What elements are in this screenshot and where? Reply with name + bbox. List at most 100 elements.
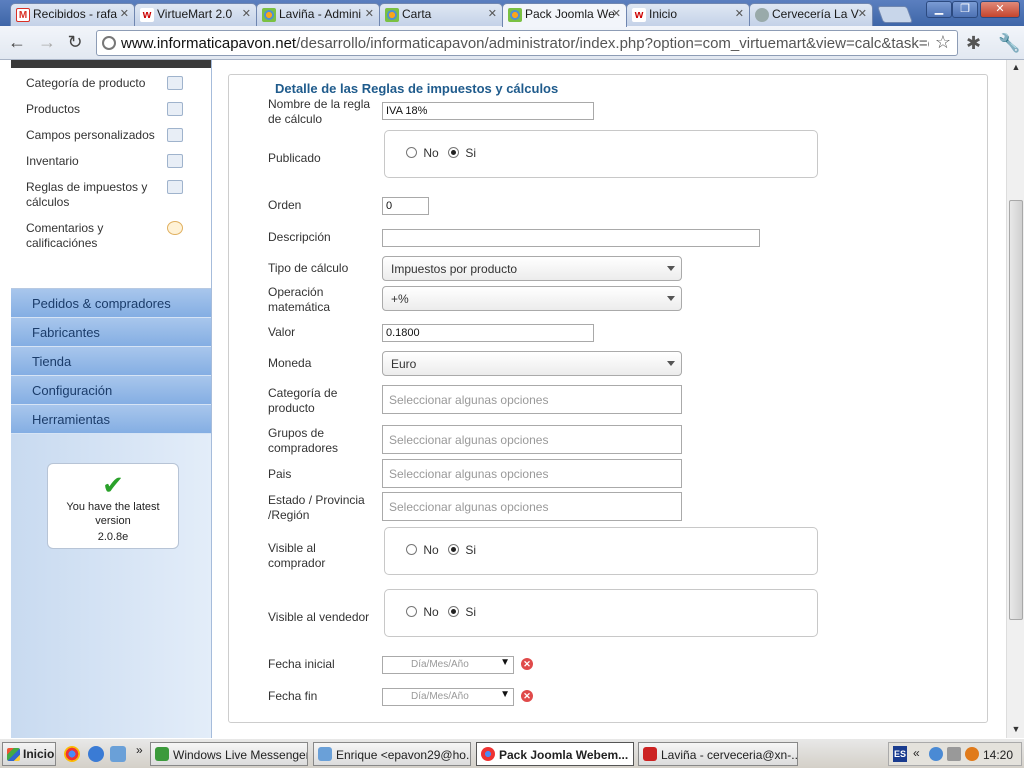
published-label: Publicado (268, 151, 321, 165)
tax-rule-fieldset: Detalle de las Reglas de impuestos y cál… (228, 74, 988, 723)
inventory-chart-icon (167, 154, 183, 168)
visible-vendor-yes-radio[interactable] (448, 606, 460, 617)
sidebar-item-tax-rules[interactable]: Reglas de impuestos y cálculos (11, 180, 211, 210)
chevron-down-icon (667, 296, 675, 301)
close-tab-icon[interactable]: ✕ (242, 7, 251, 20)
task-email[interactable]: Enrique <epavon29@ho... (313, 742, 471, 766)
internet-explorer-icon[interactable] (88, 746, 104, 762)
sidebar-item-inventory[interactable]: Inventario (11, 154, 211, 169)
close-tab-icon[interactable]: ✕ (858, 7, 867, 20)
sidebar-item-reviews[interactable]: Comentarios y calificaciónes (11, 221, 211, 251)
main-content: Detalle de las Reglas de impuestos y cál… (213, 60, 1006, 738)
clock: 14:20 (982, 748, 1013, 762)
math-op-select[interactable]: +% (382, 286, 682, 311)
gmail-icon: M (16, 8, 30, 22)
camera-icon (167, 102, 183, 116)
sidebar-section-configuration[interactable]: Configuración (11, 376, 211, 405)
close-tab-icon[interactable]: ✕ (365, 7, 374, 20)
rule-name-input[interactable] (382, 102, 594, 120)
groups-multiselect[interactable]: Seleccionar algunas opciones (382, 425, 682, 454)
task-chrome-pack-joomla[interactable]: Pack Joomla Webem... (476, 742, 634, 766)
description-input[interactable] (382, 229, 760, 247)
groups-label: Grupos de compradores (268, 426, 339, 455)
sidebar-section-shop[interactable]: Tienda (11, 347, 211, 376)
value-input[interactable] (382, 324, 594, 342)
reload-icon[interactable]: ↻ (64, 32, 86, 54)
country-multiselect[interactable]: Seleccionar algunas opciones (382, 459, 682, 488)
select-value: Impuestos por producto (391, 262, 518, 276)
back-arrow-icon[interactable]: ← (6, 32, 28, 54)
radio-label-yes: Si (465, 605, 477, 619)
tab-pack-joomla[interactable]: Pack Joomla We ✕ (502, 3, 627, 27)
published-yes-radio[interactable] (448, 147, 460, 158)
tray-expand-icon[interactable]: « (913, 746, 920, 760)
tab-virtuemart[interactable]: w VirtueMart 2.0 ✕ (134, 3, 257, 26)
sidebar-item-label: Reglas de impuestos y cálculos (26, 180, 148, 209)
page-info-icon[interactable] (102, 36, 116, 50)
currency-select[interactable]: Euro (382, 351, 682, 376)
task-messenger[interactable]: Windows Live Messenger (150, 742, 308, 766)
clear-date-icon[interactable]: ✕ (521, 690, 533, 702)
sidebar-item-product-category[interactable]: Categoría de producto (11, 76, 211, 91)
tab-carta[interactable]: Carta ✕ (379, 3, 503, 26)
scroll-thumb[interactable] (1009, 200, 1023, 620)
published-no-radio[interactable] (406, 147, 417, 158)
visible-buyer-no-radio[interactable] (406, 544, 417, 555)
chrome-icon[interactable] (64, 746, 80, 762)
vertical-scrollbar[interactable]: ▲ ▼ (1006, 60, 1024, 738)
close-tab-icon[interactable]: ✕ (120, 7, 129, 20)
task-filezilla[interactable]: Laviña - cerveceria@xn-... (638, 742, 798, 766)
language-indicator[interactable]: ES (893, 746, 907, 762)
volume-icon[interactable] (947, 747, 961, 761)
url-text: www.informaticapavon.net/desarrollo/info… (121, 35, 929, 52)
state-label: Estado / Provincia /Región (268, 493, 365, 522)
close-tab-icon[interactable]: ✕ (612, 7, 621, 20)
state-multiselect[interactable]: Seleccionar algunas opciones (382, 492, 682, 521)
category-multiselect[interactable]: Seleccionar algunas opciones (382, 385, 682, 414)
sidebar-section-label: Configuración (32, 383, 113, 398)
sidebar-section-manufacturers[interactable]: Fabricantes (11, 318, 211, 347)
sidebar-item-custom-fields[interactable]: Campos personalizados (11, 128, 211, 143)
clear-date-icon[interactable]: ✕ (521, 658, 533, 670)
minimize-button[interactable]: ▁ (926, 1, 952, 18)
sidebar-section-label: Tienda (32, 354, 72, 369)
calc-type-select[interactable]: Impuestos por producto (382, 256, 682, 281)
tab-gmail[interactable]: M Recibidos - rafa ✕ (10, 3, 135, 26)
sidebar-item-products[interactable]: Productos (11, 102, 211, 117)
start-button[interactable]: Inicio (2, 742, 56, 766)
scroll-up-icon[interactable]: ▲ (1007, 62, 1024, 76)
radio-label-no: No (423, 146, 439, 160)
end-date-picker[interactable]: Día/Mes/Año ▼ (382, 688, 514, 706)
calc-type-label: Tipo de cálculo (268, 261, 349, 275)
visible-vendor-no-radio[interactable] (406, 606, 417, 617)
desktop-icon[interactable] (110, 746, 126, 762)
bookmark-star-icon[interactable]: ☆ (935, 32, 951, 53)
update-icon[interactable] (965, 747, 979, 761)
extension-icon[interactable]: ✱ (966, 33, 981, 54)
sidebar-section-orders[interactable]: Pedidos & compradores (11, 289, 211, 318)
order-input[interactable] (382, 197, 429, 215)
forward-arrow-icon[interactable]: → (36, 32, 58, 54)
tab-inicio[interactable]: w Inicio ✕ (626, 3, 750, 26)
sidebar-section-label: Herramientas (32, 412, 111, 427)
visible-buyer-yes-radio[interactable] (448, 544, 460, 555)
tab-lavina-admin[interactable]: Laviña - Admini ✕ (256, 3, 380, 26)
tab-cerveceria[interactable]: Cervecería La V ✕ (749, 3, 873, 26)
address-bar[interactable]: www.informaticapavon.net/desarrollo/info… (96, 30, 958, 56)
wrench-icon[interactable]: 🔧 (998, 33, 1020, 54)
start-date-picker[interactable]: Día/Mes/Año ▼ (382, 656, 514, 674)
network-icon[interactable] (929, 747, 943, 761)
sidebar-section-tools[interactable]: Herramientas (11, 405, 211, 434)
more-quicklaunch-icon[interactable]: » (136, 743, 143, 757)
new-tab-button[interactable] (876, 6, 914, 23)
maximize-button[interactable]: ❐ (952, 1, 978, 18)
dropdown-arrow-icon: ▼ (500, 657, 510, 668)
windows-taskbar: Inicio » Windows Live Messenger Enrique … (0, 738, 1024, 768)
close-tab-icon[interactable]: ✕ (488, 7, 497, 20)
close-window-button[interactable]: ✕ (980, 1, 1020, 18)
close-tab-icon[interactable]: ✕ (735, 7, 744, 20)
browser-toolbar: ← → ↻ www.informaticapavon.net/desarroll… (0, 26, 1024, 60)
country-label: Pais (268, 467, 292, 481)
scroll-down-icon[interactable]: ▼ (1007, 724, 1024, 738)
speech-bubble-icon (167, 221, 183, 235)
